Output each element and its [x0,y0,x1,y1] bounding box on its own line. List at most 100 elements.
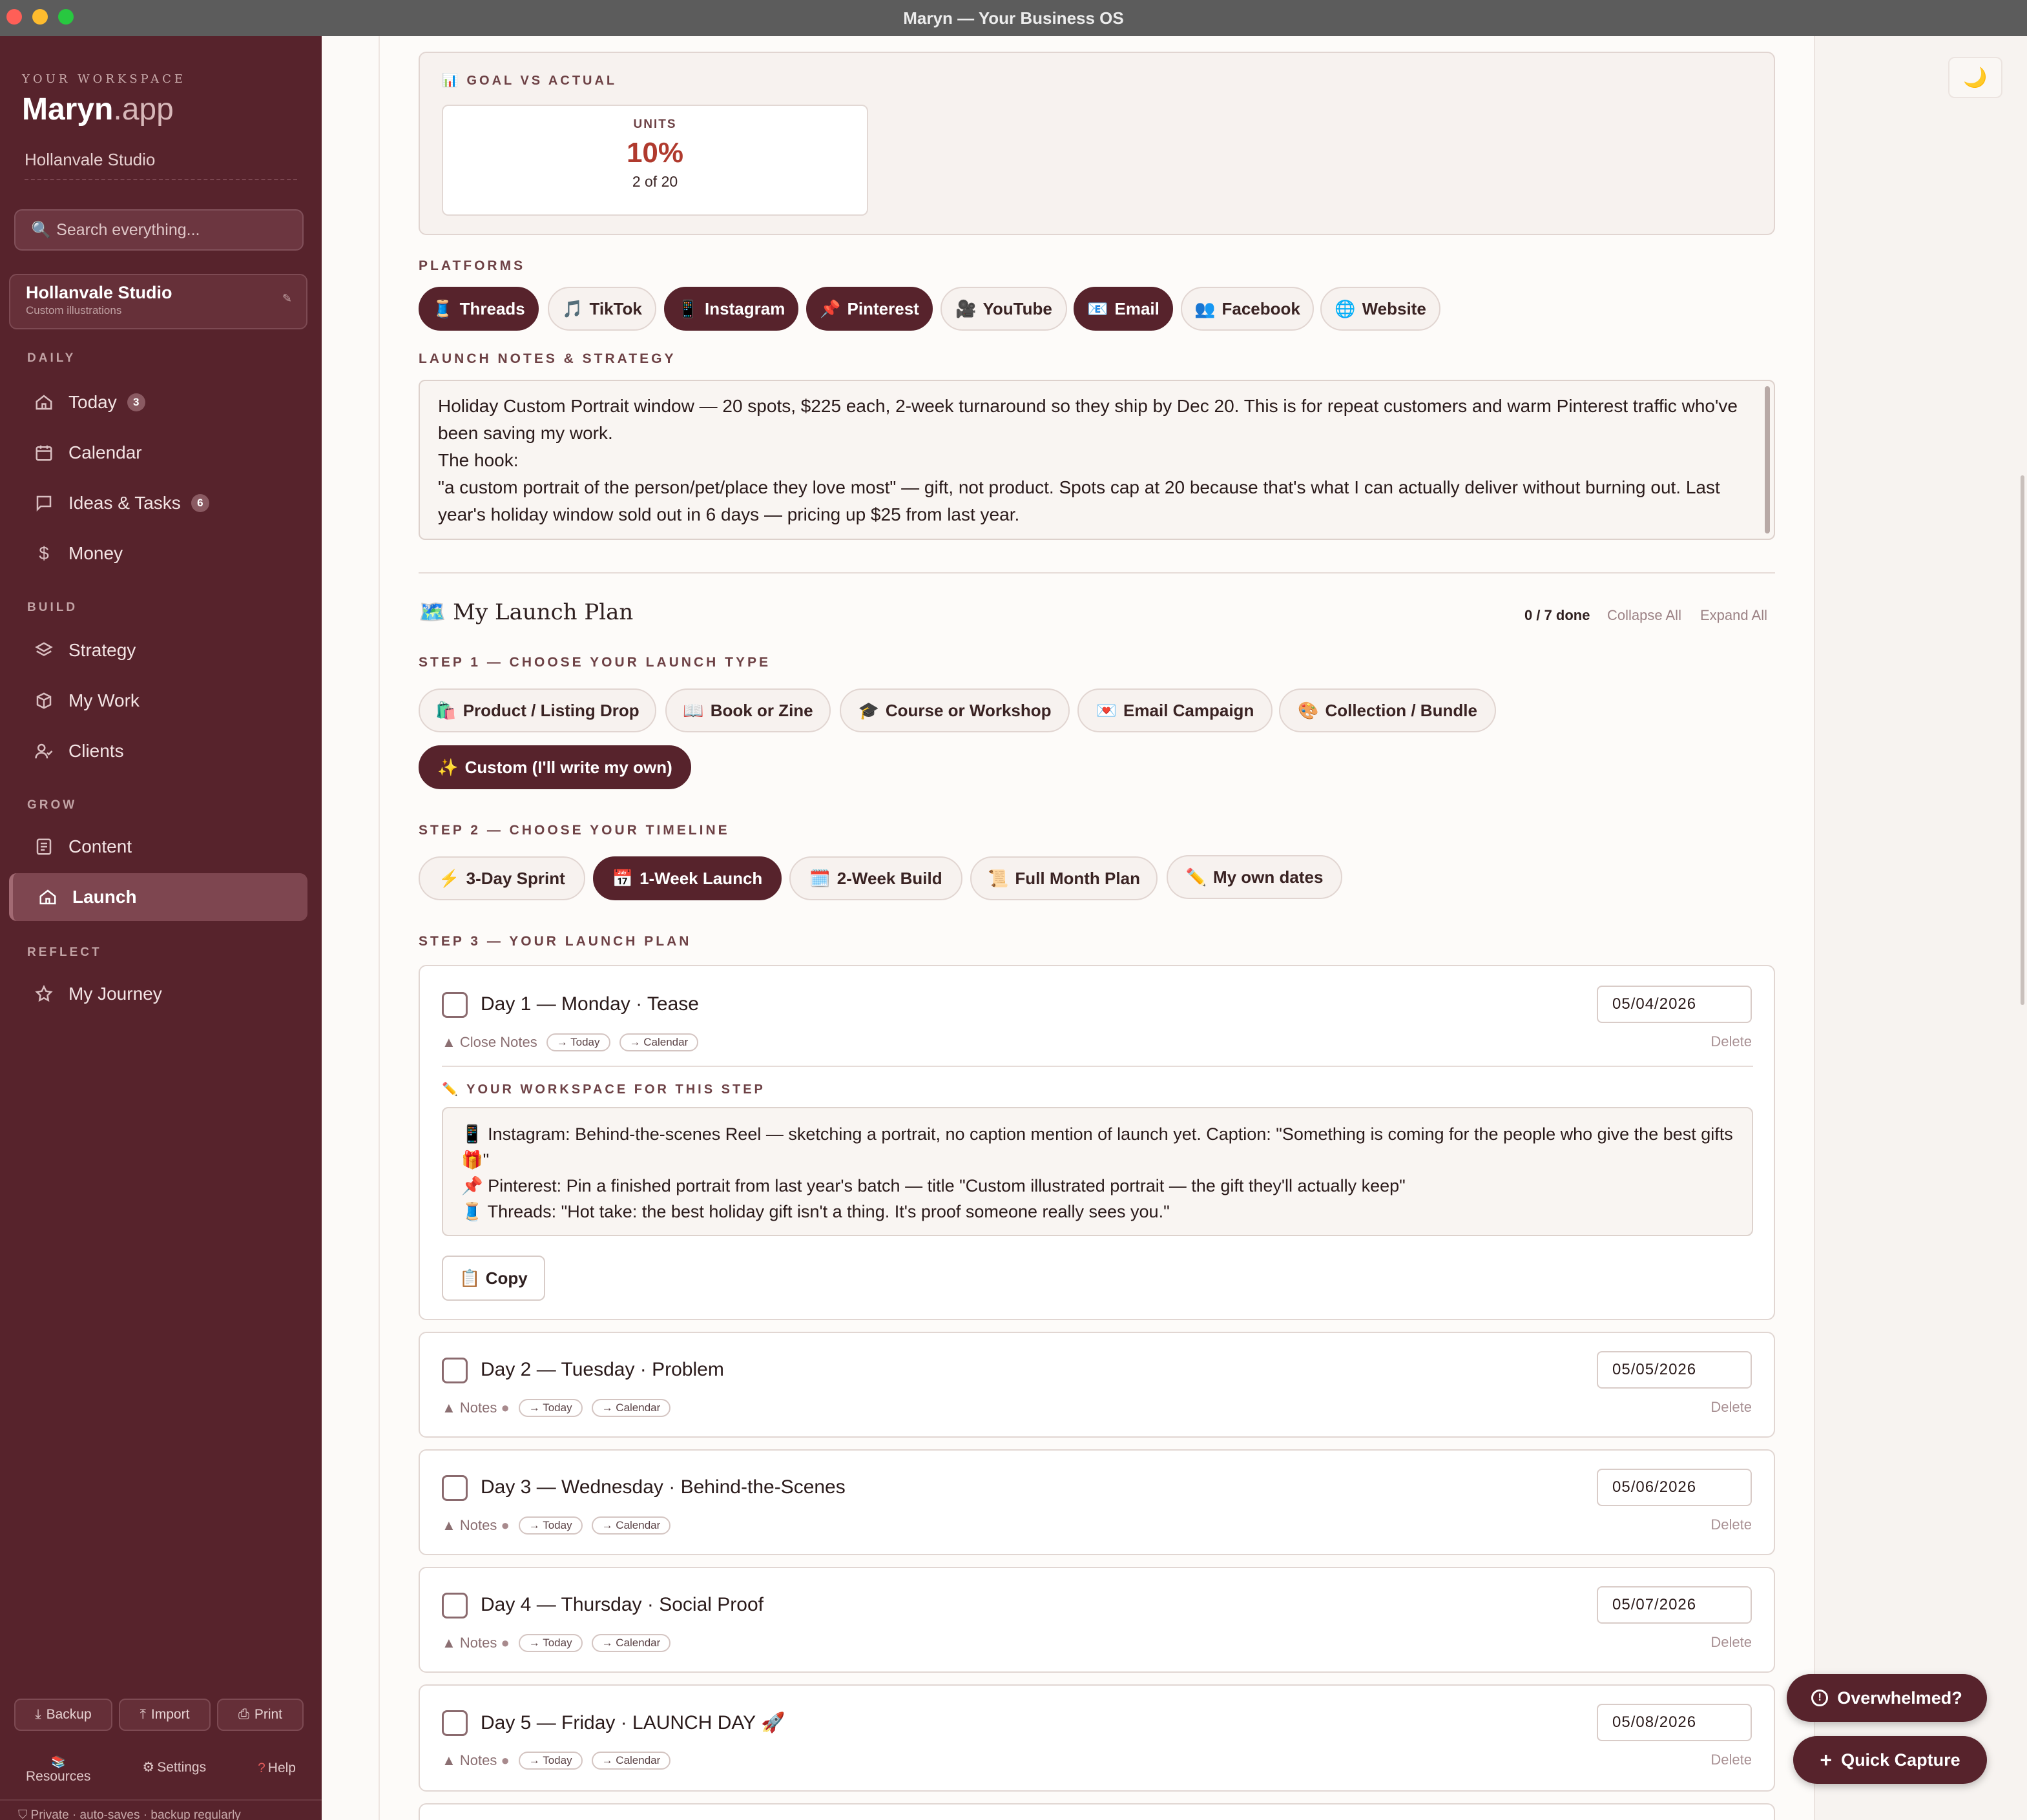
sidebar-item-ideas-tasks[interactable]: Ideas & Tasks 6 [9,479,307,527]
timeline-1-week[interactable]: 📅 1-Week Launch [593,856,782,900]
timeline-2-week[interactable]: 🗓️ 2-Week Build [789,856,962,900]
platform-email-toggle[interactable]: 📧 Email [1074,287,1173,331]
send-to-today-button[interactable]: → Today [546,1033,610,1051]
platform-instagram-toggle[interactable]: 📱 Instagram [664,287,798,331]
sidebar-item-label: Strategy [68,640,136,660]
platform-label: Email [1114,298,1159,318]
send-to-today-button[interactable]: → Today [518,1399,583,1417]
sidebar-item-today[interactable]: Today 3 [9,378,307,426]
import-button[interactable]: ⤒ Import [119,1699,211,1731]
day-title: Day 5 — Friday · LAUNCH DAY 🚀 [481,1712,785,1733]
notes-toggle[interactable]: ▲ Notes ● [442,1752,510,1769]
delete-day-button[interactable]: Delete [1710,1033,1752,1050]
notes-dot-icon: ● [501,1517,510,1533]
launch-type-book[interactable]: 📖 Book or Zine [665,688,831,732]
sidebar-item-label: My Journey [68,984,162,1004]
print-button[interactable]: ⎙ Print [217,1699,304,1731]
caret-up-icon: ▲ [442,1517,460,1533]
notes-toggle-label: Notes [459,1400,497,1416]
launch-type-course[interactable]: 🎓 Course or Workshop [840,688,1070,732]
sidebar-item-calendar[interactable]: Calendar [9,429,307,477]
expand-all-button[interactable]: Expand All [1700,607,1767,624]
send-to-calendar-button[interactable]: → Calendar [591,1634,671,1652]
caret-up-icon: ▲ [442,1752,460,1768]
overwhelmed-button[interactable]: ! Overwhelmed? [1787,1674,1987,1722]
sidebar-item-money[interactable]: $ Money [9,530,307,577]
scrollbar-thumb[interactable] [2021,475,2024,1005]
day-card: Day 4 — Thursday · Social Proof 05/07/20… [419,1567,1775,1673]
platform-youtube-toggle[interactable]: 🎥 YouTube [941,287,1067,331]
day-complete-checkbox[interactable] [442,1475,468,1501]
send-to-today-button[interactable]: → Today [518,1752,583,1770]
delete-day-button[interactable]: Delete [1710,1634,1752,1651]
day-complete-checkbox[interactable] [442,1593,468,1618]
day-date-input[interactable]: 05/04/2026 [1597,986,1752,1023]
launch-type-email[interactable]: 💌 Email Campaign [1077,688,1273,732]
notes-line: The hook: [438,450,519,470]
launch-notes-textarea[interactable]: Holiday Custom Portrait window — 20 spot… [419,380,1775,540]
send-to-calendar-button[interactable]: → Calendar [591,1516,671,1535]
notes-toggle[interactable]: ▲ Notes ● [442,1400,510,1416]
send-to-calendar-button[interactable]: → Calendar [619,1033,699,1051]
day-date-input[interactable]: 05/06/2026 [1597,1469,1752,1506]
delete-day-button[interactable]: Delete [1710,1399,1752,1416]
timeline-own-dates[interactable]: ✏️ My own dates [1167,855,1342,899]
sidebar-item-my-work[interactable]: My Work [9,677,307,725]
launch-type-product[interactable]: 🛍️ Product / Listing Drop [419,688,656,732]
timeline-full-month[interactable]: 📜 Full Month Plan [970,856,1158,900]
settings-link[interactable]: ⚙ Settings [142,1750,206,1784]
sidebar-item-clients[interactable]: Clients [9,727,307,775]
sidebar-item-my-journey[interactable]: My Journey [9,970,307,1018]
units-percent: 10% [626,137,684,169]
step3-heading: STEP 3 — YOUR LAUNCH PLAN [419,934,692,949]
timeline-3-day[interactable]: ⚡ 3-Day Sprint [419,856,585,900]
textarea-scrollbar[interactable] [1765,386,1770,533]
quick-capture-button[interactable]: + Quick Capture [1793,1736,1987,1784]
day-date-input[interactable]: 05/08/2026 [1597,1704,1752,1741]
notes-toggle[interactable]: ▲ Notes ● [442,1517,510,1534]
sidebar-item-launch[interactable]: Launch [9,873,307,921]
privacy-text: Private · auto-saves · backup regularly [30,1808,241,1820]
calendar-icon [32,441,56,464]
day-card: Day 2 — Tuesday · Problem 05/05/2026 ▲ N… [419,1332,1775,1438]
step-workspace-textarea[interactable]: 📱 Instagram: Behind-the-scenes Reel — sk… [442,1107,1753,1236]
day-date-input[interactable]: 05/05/2026 [1597,1351,1752,1389]
platform-threads-toggle[interactable]: 🧵 Threads [419,287,539,331]
studio-switcher[interactable]: Hollanvale Studio Custom illustrations ✎ [9,274,307,329]
delete-day-button[interactable]: Delete [1710,1516,1752,1533]
close-window-button[interactable] [6,9,22,25]
sidebar-item-strategy[interactable]: Strategy [9,626,307,674]
search-input[interactable]: 🔍 Search everything... [14,209,304,251]
import-label: Import [151,1707,190,1722]
notes-toggle[interactable]: ▲ Close Notes [442,1034,537,1051]
platform-website-toggle[interactable]: 🌐 Website [1320,287,1440,331]
minimize-window-button[interactable] [32,9,48,25]
platform-facebook-toggle[interactable]: 👥 Facebook [1181,287,1314,331]
copy-button[interactable]: 📋 Copy [442,1256,545,1301]
platform-tiktok-toggle[interactable]: 🎵 TikTok [548,287,656,331]
sidebar-item-content[interactable]: Content [9,823,307,871]
zoom-window-button[interactable] [58,9,74,25]
send-to-calendar-button[interactable]: → Calendar [591,1752,671,1770]
delete-day-button[interactable]: Delete [1710,1752,1752,1768]
backup-button[interactable]: ⤓ Backup [14,1699,112,1731]
collapse-all-button[interactable]: Collapse All [1607,607,1681,624]
send-to-calendar-button[interactable]: → Calendar [591,1399,671,1417]
day-complete-checkbox[interactable] [442,992,468,1018]
send-to-today-button[interactable]: → Today [518,1516,583,1535]
day-complete-checkbox[interactable] [442,1710,468,1736]
pencil-icon[interactable]: ✎ [282,292,292,305]
theme-toggle-button[interactable]: 🌙 [1948,57,2002,98]
send-to-today-button[interactable]: → Today [518,1634,583,1652]
notes-toggle[interactable]: ▲ Notes ● [442,1635,510,1651]
day-complete-checkbox[interactable] [442,1358,468,1383]
launch-type-custom[interactable]: ✨ Custom (I'll write my own) [419,745,691,789]
brand-logo[interactable]: Maryn.app [22,92,174,127]
resources-link[interactable]: 📚 Resources [26,1755,90,1784]
gear-icon: ⚙ [142,1760,155,1775]
launch-type-collection[interactable]: 🎨 Collection / Bundle [1279,688,1496,732]
platform-pinterest-toggle[interactable]: 📌 Pinterest [806,287,933,331]
help-link[interactable]: ? Help [258,1752,296,1784]
notes-toggle-label: Notes [459,1517,497,1533]
day-date-input[interactable]: 05/07/2026 [1597,1586,1752,1624]
